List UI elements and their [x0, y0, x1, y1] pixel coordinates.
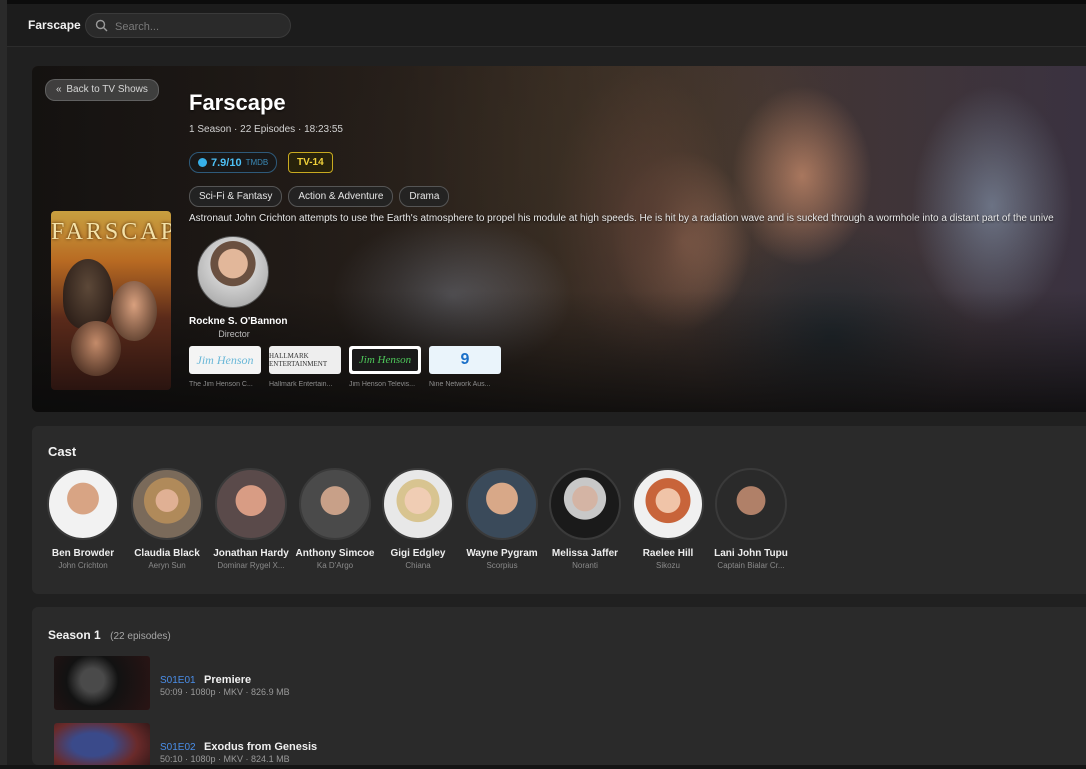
rating-badge: 7.9/10 TMDB	[189, 152, 278, 173]
show-overview: Astronaut John Crichton attempts to use …	[189, 213, 1054, 224]
rating-value: 7.9/10	[211, 156, 242, 169]
crew-job: Director	[218, 329, 250, 339]
episode-meta: 50:09 · 1080p · MKV · 826.9 MB	[160, 687, 290, 697]
company-name: Jim Henson Televis...	[349, 381, 416, 388]
poster-title-art: FARSCAPE	[51, 219, 171, 245]
cast-role: Captain Bialar Cr...	[717, 561, 785, 570]
cast-role: Dominar Rygel X...	[217, 561, 285, 570]
search-box[interactable]	[85, 13, 291, 38]
company-jim-henson[interactable]: Jim Henson The Jim Henson C...	[189, 346, 261, 388]
cast-role: Ka D'Argo	[316, 561, 354, 570]
genre-chip[interactable]: Drama	[399, 186, 450, 207]
cast-avatar	[299, 468, 371, 540]
production-companies: Jim Henson The Jim Henson C... HALLMARK …	[189, 346, 501, 388]
cast-member[interactable]: Gigi Edgley Chiana	[376, 468, 460, 570]
cast-avatar	[382, 468, 454, 540]
company-name: Nine Network Aus...	[429, 381, 491, 388]
show-meta: 1 Season · 22 Episodes · 18:23:55	[189, 124, 343, 135]
company-nine-network[interactable]: 9 Nine Network Aus...	[429, 346, 501, 388]
cast-name: Anthony Simcoe	[295, 548, 375, 559]
episode-meta: 50:10 · 1080p · MKV · 824.1 MB	[160, 754, 290, 764]
cast-role: John Crichton	[58, 561, 108, 570]
genre-chip[interactable]: Sci-Fi & Fantasy	[189, 186, 283, 207]
cast-name: Gigi Edgley	[390, 548, 446, 559]
season-section: Season 1 (22 episodes) S01E01 Premiere 5…	[32, 607, 1086, 765]
tmdb-icon	[198, 158, 207, 167]
company-name: Hallmark Entertain...	[269, 381, 333, 388]
cast-heading: Cast	[48, 444, 77, 459]
cast-name: Wayne Pygram	[466, 548, 538, 559]
cast-role: Chiana	[405, 561, 431, 570]
back-to-tv-shows-button[interactable]: « Back to TV Shows	[45, 79, 159, 101]
top-bar: Farscape	[7, 4, 1086, 47]
cast-member[interactable]: Jonathan Hardy Dominar Rygel X...	[209, 468, 293, 570]
show-title: Farscape	[189, 90, 286, 115]
episode-thumbnail	[54, 656, 150, 710]
company-hallmark[interactable]: HALLMARK ENTERTAINMENT Hallmark Entertai…	[269, 346, 341, 388]
company-jim-henson-tv[interactable]: Jim Henson Jim Henson Televis...	[349, 346, 421, 388]
episode-title: Exodus from Genesis	[204, 741, 318, 753]
season-header[interactable]: Season 1 (22 episodes)	[48, 626, 171, 644]
cast-section: Cast Ben Browder John Crichton Claudia B…	[32, 426, 1086, 594]
window-left-border	[0, 0, 7, 769]
cast-avatar	[632, 468, 704, 540]
cast-name: Claudia Black	[134, 548, 200, 559]
cast-name: Ben Browder	[51, 548, 115, 559]
window-bottom-border	[0, 765, 1086, 769]
episode-title: Premiere	[204, 674, 252, 686]
company-logo: HALLMARK ENTERTAINMENT	[269, 346, 341, 374]
search-icon	[95, 19, 108, 32]
cast-avatar	[131, 468, 203, 540]
cast-avatar	[549, 468, 621, 540]
cast-role: Scorpius	[486, 561, 518, 570]
app-brand[interactable]: Farscape	[28, 18, 81, 32]
crew-avatar	[197, 236, 269, 308]
company-logo: Jim Henson	[189, 346, 261, 374]
episode-code: S01E02	[160, 742, 196, 753]
episode-row[interactable]: S01E02 Exodus from Genesis 50:10 · 1080p…	[54, 723, 654, 765]
cast-member[interactable]: Melissa Jaffer Noranti	[543, 468, 627, 570]
episode-row[interactable]: S01E01 Premiere 50:09 · 1080p · MKV · 82…	[54, 656, 654, 712]
crew-name: Rockne S. O'Bannon	[189, 316, 288, 327]
cast-member[interactable]: Lani John Tupu Captain Bialar Cr...	[709, 468, 793, 570]
cast-avatar	[466, 468, 538, 540]
cast-name: Lani John Tupu	[714, 548, 788, 559]
cast-member[interactable]: Raelee Hill Sikozu	[626, 468, 710, 570]
genre-list: Sci-Fi & Fantasy Action & Adventure Dram…	[189, 186, 450, 207]
cast-name: Melissa Jaffer	[551, 548, 619, 559]
crew-member[interactable]: Rockne S. O'Bannon Director	[189, 236, 288, 339]
cast-name: Jonathan Hardy	[213, 548, 289, 559]
company-logo: Jim Henson	[349, 346, 421, 374]
cast-avatar	[715, 468, 787, 540]
episode-thumbnail	[54, 723, 150, 765]
season-title: Season 1	[48, 628, 101, 642]
show-poster: FARSCAPE	[51, 211, 171, 390]
cast-member[interactable]: Claudia Black Aeryn Sun	[125, 468, 209, 570]
cast-member[interactable]: Ben Browder John Crichton	[41, 468, 125, 570]
show-hero: « Back to TV Shows FARSCAPE Farscape 1 S…	[32, 66, 1086, 412]
cast-role: Noranti	[572, 561, 598, 570]
cast-name: Raelee Hill	[642, 548, 694, 559]
back-button-label: Back to TV Shows	[66, 84, 148, 95]
chevron-left-icon: «	[56, 84, 62, 95]
episode-count: (22 episodes)	[110, 631, 171, 642]
episode-code: S01E01	[160, 675, 196, 686]
company-logo: 9	[429, 346, 501, 374]
cast-role: Aeryn Sun	[148, 561, 186, 570]
cast-member[interactable]: Anthony Simcoe Ka D'Argo	[293, 468, 377, 570]
cast-avatar	[215, 468, 287, 540]
company-name: The Jim Henson C...	[189, 381, 253, 388]
genre-chip[interactable]: Action & Adventure	[288, 186, 394, 207]
certification-badge: TV-14	[288, 152, 333, 173]
cast-role: Sikozu	[655, 561, 680, 570]
cast-member[interactable]: Wayne Pygram Scorpius	[460, 468, 544, 570]
rating-source: TMDB	[245, 158, 269, 167]
cast-avatar	[47, 468, 119, 540]
search-input[interactable]	[113, 17, 287, 36]
